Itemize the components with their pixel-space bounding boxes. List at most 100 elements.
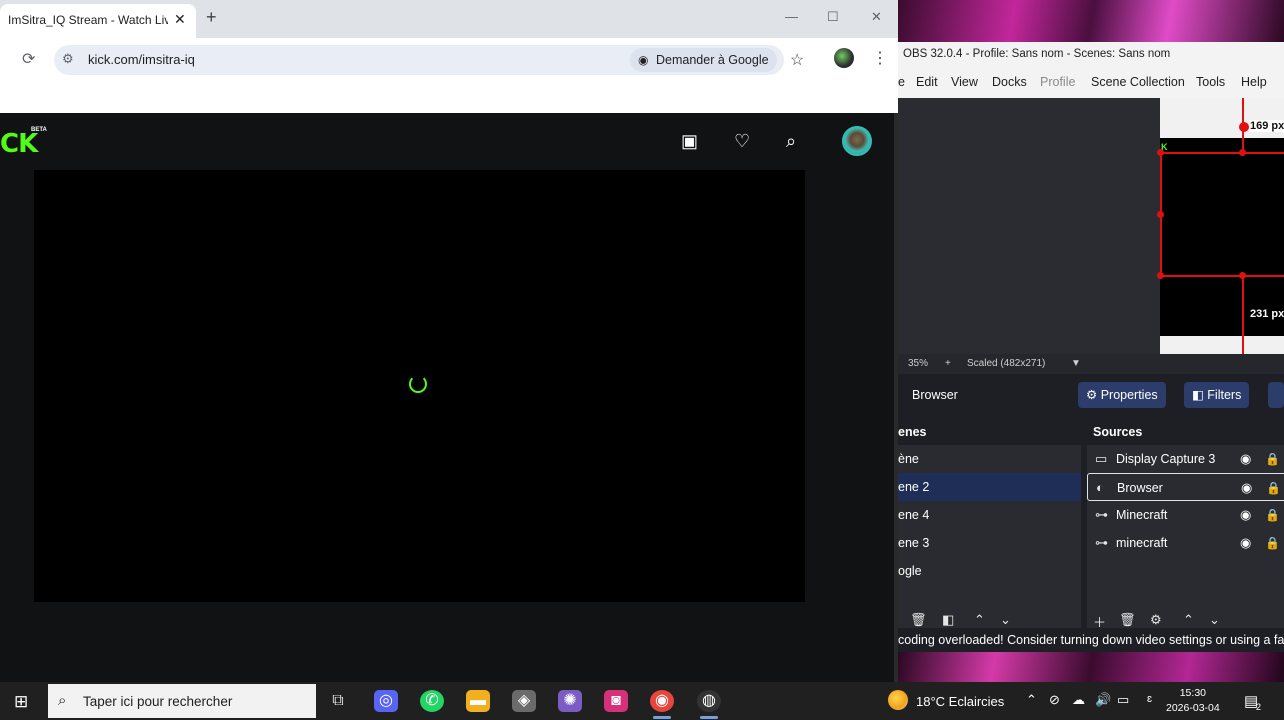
volume-icon[interactable]: 🔊 bbox=[1095, 692, 1111, 708]
properties-button[interactable]: ⚙ Properties bbox=[1078, 382, 1166, 408]
source-settings-gear-icon[interactable]: ⚙ bbox=[1150, 612, 1162, 628]
menu-profile[interactable]: Profile bbox=[1040, 75, 1075, 89]
resize-handle-bottom-left[interactable] bbox=[1157, 272, 1164, 279]
user-avatar[interactable] bbox=[842, 126, 872, 156]
move-scene-up-icon[interactable]: ⌃ bbox=[974, 612, 985, 628]
atom-app-icon[interactable]: ✺ bbox=[558, 690, 582, 712]
chrome-menu-icon[interactable]: ⋮ bbox=[872, 48, 888, 68]
tab-close-icon[interactable]: ✕ bbox=[174, 11, 186, 28]
distance-guide-bottom bbox=[1242, 277, 1244, 354]
filter-icon: ◧ bbox=[1192, 388, 1208, 402]
network-icon[interactable]: ⊘ bbox=[1049, 692, 1060, 708]
scene-item[interactable]: ogle bbox=[898, 557, 1081, 585]
video-player[interactable] bbox=[34, 170, 805, 602]
minimize-button[interactable]: — bbox=[785, 9, 798, 24]
scene-item[interactable]: ene 3 bbox=[898, 529, 1081, 557]
source-item[interactable]: ▭ Display Capture 3 ◉ 🔒 bbox=[1087, 445, 1284, 473]
menu-help[interactable]: Help bbox=[1241, 75, 1267, 89]
lock-icon[interactable]: 🔒 bbox=[1265, 445, 1280, 473]
sources-list: ▭ Display Capture 3 ◉ 🔒 ◐ Browser ◉ 🔒 ⊶ … bbox=[1087, 445, 1284, 631]
file-explorer-icon[interactable]: ▬ bbox=[466, 690, 490, 712]
scene-label: ene 4 bbox=[898, 508, 930, 522]
menu-file[interactable]: e bbox=[898, 75, 905, 89]
profile-extension-icon[interactable] bbox=[834, 48, 854, 68]
new-tab-button[interactable]: + bbox=[206, 7, 217, 28]
sources-dock: Sources ▭ Display Capture 3 ◉ 🔒 ◐ Browse… bbox=[1087, 418, 1284, 631]
zoom-level[interactable]: 35% bbox=[908, 358, 928, 369]
scale-dropdown-icon[interactable]: ▼ bbox=[1071, 358, 1081, 369]
taskbar-clock[interactable]: 15:30 2026-03-04 bbox=[1166, 686, 1220, 716]
wallpaper-top bbox=[898, 0, 1284, 42]
close-window-button[interactable]: ✕ bbox=[871, 9, 882, 25]
visibility-eye-icon[interactable]: ◉ bbox=[1240, 529, 1251, 557]
source-item-selected[interactable]: ◐ Browser ◉ 🔒 bbox=[1087, 473, 1284, 501]
menu-docks[interactable]: Docks bbox=[992, 75, 1027, 89]
lock-icon[interactable]: 🔒 bbox=[1265, 501, 1280, 529]
weather-text[interactable]: 18°C Eclaircies bbox=[916, 694, 1004, 709]
obs-icon[interactable]: ◍ bbox=[697, 690, 721, 712]
filters-button[interactable]: ◧ Filters bbox=[1184, 382, 1250, 408]
language-indicator[interactable]: ɛ bbox=[1147, 693, 1152, 705]
remove-source-trash-icon[interactable]: 🗑 bbox=[1119, 612, 1136, 628]
width-distance-label: 169 px bbox=[1250, 120, 1284, 132]
maximize-button[interactable]: ☐ bbox=[827, 9, 839, 25]
chrome-icon[interactable]: ◉ bbox=[650, 690, 674, 712]
weather-icon[interactable] bbox=[888, 690, 908, 710]
menu-edit[interactable]: Edit bbox=[916, 75, 938, 89]
search-placeholder: Taper ici pour rechercher bbox=[83, 694, 233, 709]
whatsapp-icon[interactable]: ✆ bbox=[420, 690, 444, 712]
battery-icon[interactable]: ▭ bbox=[1117, 692, 1129, 708]
show-hidden-icons-chevron-icon[interactable]: ⌃ bbox=[1026, 692, 1037, 708]
instagram-icon[interactable]: ◙ bbox=[604, 690, 628, 712]
move-scene-down-icon[interactable]: ⌄ bbox=[1000, 612, 1011, 628]
ask-google-button[interactable]: ◉ Demander à Google bbox=[630, 48, 777, 72]
reload-icon[interactable]: ⟳ bbox=[22, 49, 35, 69]
tab-strip: ImSitra_IQ Stream - Watch Live ✕ + — ☐ ✕ bbox=[0, 0, 898, 38]
address-bar[interactable]: ⚙ kick.com/imsitra-iq ◉ Demander à Googl… bbox=[54, 45, 804, 75]
move-source-down-icon[interactable]: ⌄ bbox=[1209, 612, 1220, 628]
visibility-eye-icon[interactable]: ◉ bbox=[1240, 501, 1251, 529]
scene-item[interactable]: ène bbox=[898, 445, 1081, 473]
menu-scene-collection[interactable]: Scene Collection bbox=[1091, 75, 1185, 89]
cloud-icon[interactable]: ☁ bbox=[1072, 692, 1085, 708]
zoom-in-button[interactable]: + bbox=[945, 358, 951, 369]
scale-mode[interactable]: Scaled (482x271) bbox=[967, 358, 1045, 369]
lock-icon[interactable]: 🔒 bbox=[1265, 529, 1280, 557]
source-item[interactable]: ⊶ minecraft ◉ 🔒 bbox=[1087, 529, 1284, 557]
scene-filters-icon[interactable]: ◧ bbox=[942, 612, 954, 628]
lock-icon[interactable]: 🔒 bbox=[1266, 474, 1281, 502]
preview-canvas[interactable]: K 169 px 231 px bbox=[1157, 98, 1284, 354]
rotation-handle[interactable] bbox=[1239, 122, 1249, 132]
resize-handle-left[interactable] bbox=[1157, 211, 1164, 218]
remove-scene-trash-icon[interactable]: 🗑 bbox=[910, 612, 927, 628]
menu-view[interactable]: View bbox=[951, 75, 978, 89]
move-source-up-icon[interactable]: ⌃ bbox=[1183, 612, 1194, 628]
visibility-eye-icon[interactable]: ◉ bbox=[1241, 474, 1252, 502]
scene-item[interactable]: ene 4 bbox=[898, 501, 1081, 529]
browser-tab-active[interactable]: ImSitra_IQ Stream - Watch Live ✕ bbox=[0, 4, 196, 38]
visibility-eye-icon[interactable]: ◉ bbox=[1240, 445, 1251, 473]
obs-menubar: e Edit View Docks Profile Scene Collecti… bbox=[898, 68, 1284, 98]
url-text[interactable]: kick.com/imsitra-iq bbox=[88, 52, 195, 67]
source-item[interactable]: ⊶ Minecraft ◉ 🔒 bbox=[1087, 501, 1284, 529]
discord-icon[interactable]: ◎ bbox=[374, 690, 398, 712]
site-info-icon[interactable]: ⚙ bbox=[62, 51, 74, 67]
resize-handle-top[interactable] bbox=[1239, 149, 1246, 156]
clips-icon[interactable]: ▣ bbox=[681, 131, 698, 152]
more-source-button[interactable] bbox=[1268, 382, 1284, 408]
search-icon[interactable]: ⌕ bbox=[786, 131, 796, 152]
windows-start-icon[interactable]: ⊞ bbox=[14, 692, 28, 712]
preview-status-bar: 35% + Scaled (482x271) ▼ bbox=[898, 354, 1284, 374]
menu-tools[interactable]: Tools bbox=[1196, 75, 1225, 89]
taskbar-search-box[interactable]: ⌕ Taper ici pour rechercher bbox=[48, 684, 316, 718]
resize-handle-bottom[interactable] bbox=[1239, 272, 1246, 279]
kick-logo[interactable]: CK bbox=[0, 129, 38, 159]
scene-label: ene 3 bbox=[898, 536, 930, 550]
task-view-icon[interactable]: ⧉ bbox=[326, 690, 350, 712]
scene-item-selected[interactable]: ene 2 bbox=[898, 473, 1081, 501]
bookmark-star-icon[interactable]: ☆ bbox=[790, 50, 804, 70]
following-heart-icon[interactable]: ♡ bbox=[734, 131, 750, 152]
cube-app-icon[interactable]: ◈ bbox=[512, 690, 536, 712]
resize-handle-top-left[interactable] bbox=[1157, 149, 1164, 156]
obs-preview[interactable]: K 169 px 231 px bbox=[898, 98, 1284, 354]
